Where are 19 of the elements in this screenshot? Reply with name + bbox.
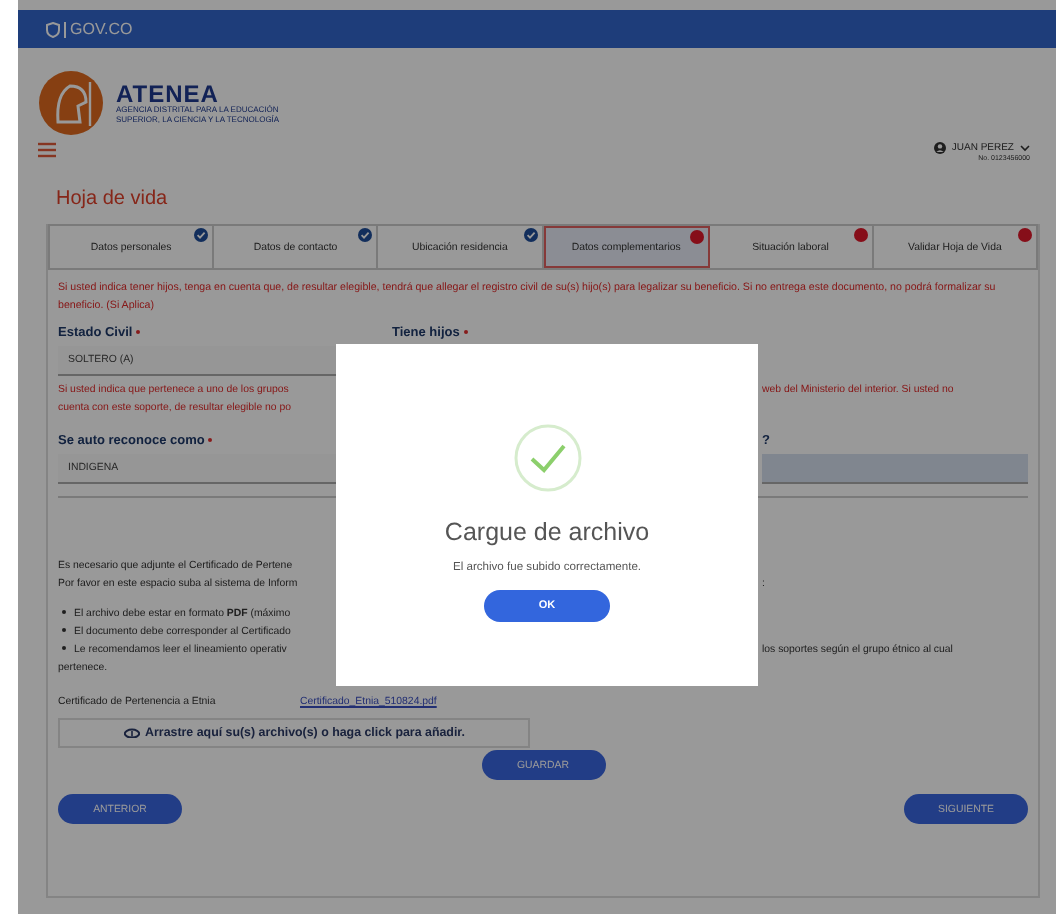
status-dot-icon	[853, 228, 868, 242]
gov-brand[interactable]: GOV.CO	[64, 21, 133, 37]
page-title: Hoja de vida	[54, 186, 170, 214]
status-dot-icon	[689, 230, 704, 244]
check-badge-icon	[358, 228, 373, 242]
check-badge-icon	[194, 228, 209, 242]
required-mark	[208, 438, 213, 443]
logo-icon	[38, 70, 104, 136]
menu-icon[interactable]	[38, 142, 56, 158]
status-dot-icon	[1018, 228, 1033, 242]
success-check-icon	[513, 424, 581, 492]
user-icon	[933, 142, 946, 154]
required-mark	[136, 330, 141, 335]
check-badge-icon	[523, 228, 538, 242]
modal-title: Cargue de archivo	[444, 518, 650, 546]
shield-icon	[46, 21, 60, 37]
logo-title: ATENEA	[116, 82, 219, 106]
required-mark	[463, 330, 468, 335]
caret-icon	[1020, 144, 1030, 152]
